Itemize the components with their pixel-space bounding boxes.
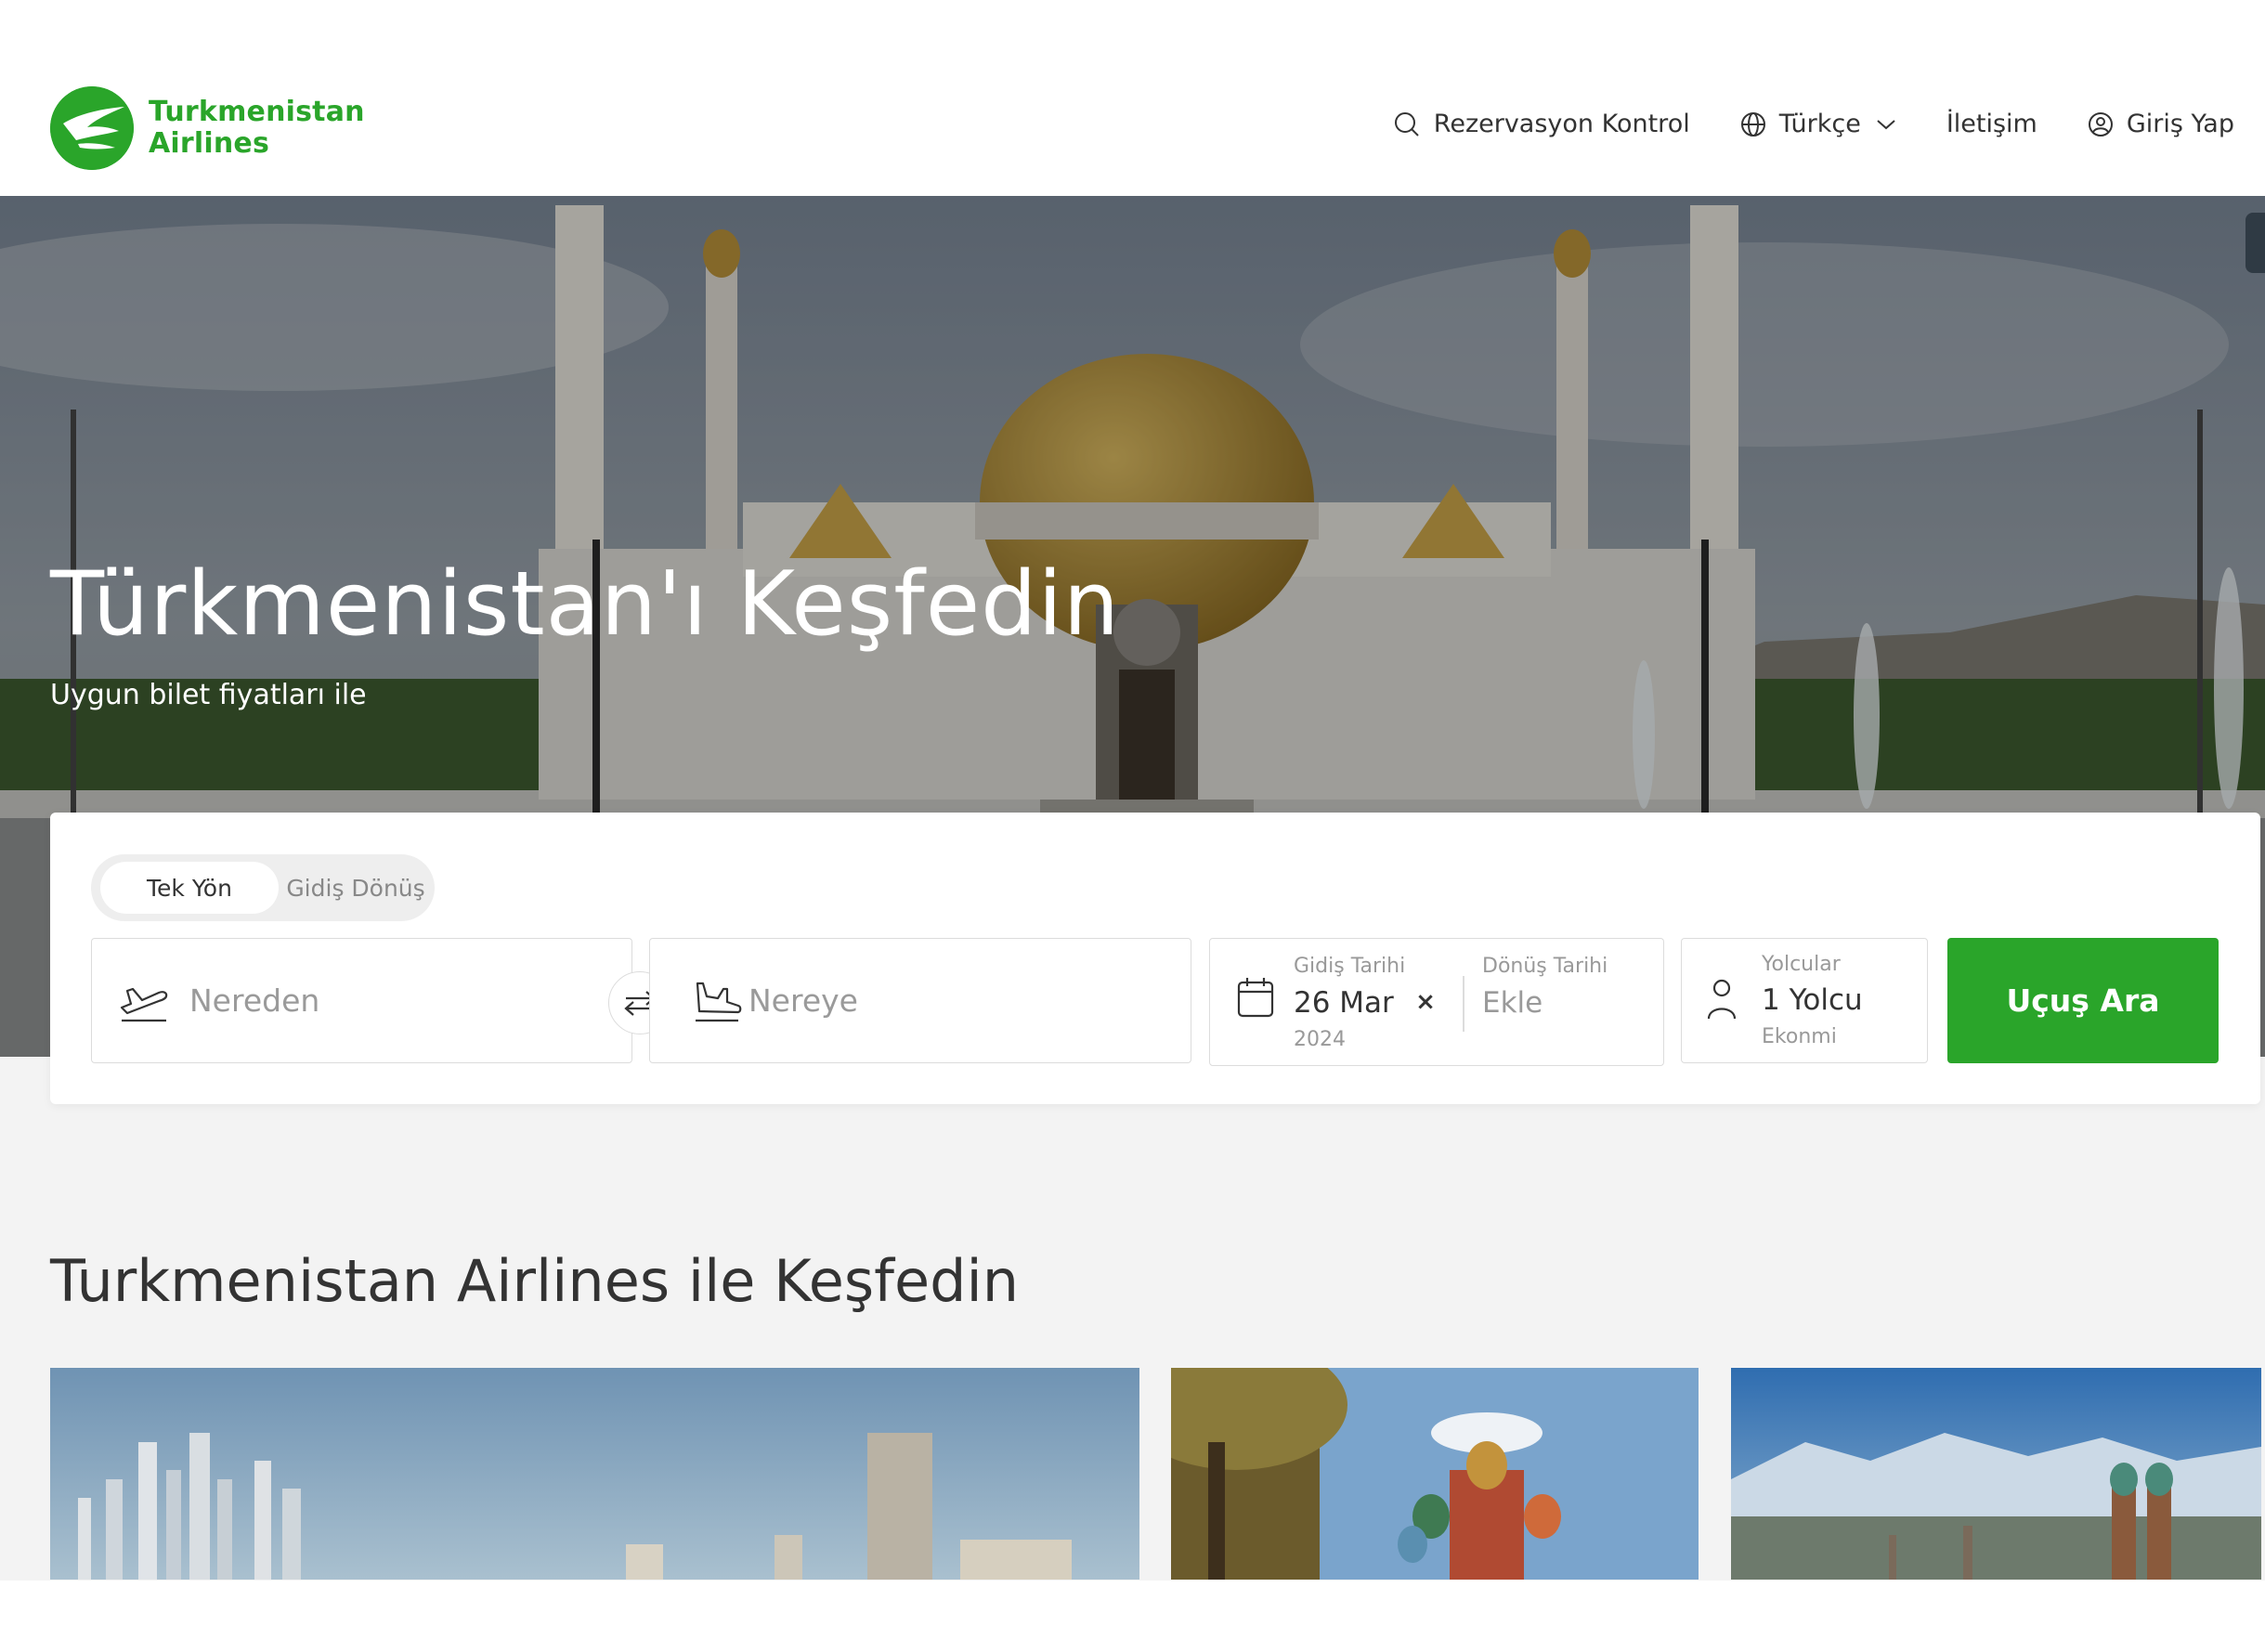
depart-date-year: 2024 (1294, 1028, 1346, 1051)
search-icon (1393, 111, 1421, 138)
munich-alps-image (1731, 1368, 2261, 1580)
airline-logo[interactable]: Turkmenistan Airlines (50, 86, 365, 170)
destination-placeholder: Nereye (748, 982, 858, 1019)
nav-contact-label: İletişim (1946, 110, 2037, 138)
user-icon (2088, 111, 2114, 137)
nav-login-label: Giriş Yap (2126, 110, 2234, 138)
return-date-value[interactable]: Ekle (1482, 986, 1543, 1020)
language-selector[interactable]: Türkçe (1740, 110, 1896, 138)
top-nav: Rezervasyon Kontrol Türkçe İletişim Giri… (1343, 110, 2234, 138)
nav-reservation-check[interactable]: Rezervasyon Kontrol (1393, 110, 1690, 138)
trip-round-trip[interactable]: Gidiş Dönüş (286, 862, 425, 914)
depart-date-value: 26 Mar (1294, 986, 1394, 1020)
cabin-class: Ekonmi (1762, 1025, 1837, 1048)
logo-wordmark: Turkmenistan Airlines (149, 97, 365, 160)
plane-landing-icon (692, 978, 742, 1028)
return-date-label: Dönüş Tarihi (1482, 955, 1608, 978)
search-flights-button[interactable]: Uçuş Ara (1947, 938, 2219, 1063)
trip-type-toggle: Tek Yön Gidiş Dönüş (91, 854, 435, 921)
person-icon (1705, 976, 1738, 1026)
moscow-cathedral-image (1171, 1368, 1699, 1580)
logo-line-1: Turkmenistan (149, 96, 365, 128)
skyline-image (50, 1368, 1139, 1580)
trip-one-way[interactable]: Tek Yön (100, 862, 279, 914)
destination-card-1[interactable] (50, 1368, 1139, 1580)
logo-bird-icon (50, 86, 134, 170)
origin-field[interactable]: Nereden (91, 938, 632, 1063)
destination-card-3[interactable] (1731, 1368, 2261, 1580)
passengers-field[interactable]: Yolcular 1 Yolcu Ekonmi (1681, 938, 1928, 1063)
language-label: Türkçe (1778, 110, 1861, 138)
nav-reservation-label: Rezervasyon Kontrol (1433, 110, 1690, 138)
destination-field[interactable]: Nereye (649, 938, 1191, 1063)
nav-login[interactable]: Giriş Yap (2088, 110, 2234, 138)
site-header: Turkmenistan Airlines Rezervasyon Kontro… (0, 0, 2265, 196)
passengers-label: Yolcular (1762, 953, 1841, 976)
nav-contact[interactable]: İletişim (1946, 110, 2037, 138)
destination-card-2[interactable] (1171, 1368, 1699, 1580)
chevron-down-icon (1876, 118, 1896, 131)
passengers-value: 1 Yolcu (1762, 983, 1863, 1017)
hero-subtitle: Uygun bilet fiyatları ile (50, 679, 367, 711)
page-bottom (0, 1580, 2265, 1652)
date-field[interactable]: Gidiş Tarihi 26 Mar 2024 × Dönüş Tarihi … (1209, 938, 1664, 1066)
logo-line-2: Airlines (149, 127, 270, 160)
clear-date-icon[interactable]: × (1412, 989, 1438, 1015)
depart-date-label: Gidiş Tarihi (1294, 955, 1406, 978)
flight-search-card: Tek Yön Gidiş Dönüş Nereden Nereye Gidiş… (50, 813, 2260, 1104)
side-feedback-tab[interactable] (2245, 213, 2265, 273)
origin-placeholder: Nereden (189, 982, 320, 1019)
globe-icon (1740, 111, 1766, 137)
date-divider (1463, 976, 1464, 1032)
hero-title: Türkmenistan'ı Keşfedin (50, 553, 1121, 656)
plane-takeoff-icon (118, 978, 170, 1028)
explore-section-title: Turkmenistan Airlines ile Keşfedin (50, 1247, 1020, 1315)
calendar-icon (1236, 976, 1275, 1022)
